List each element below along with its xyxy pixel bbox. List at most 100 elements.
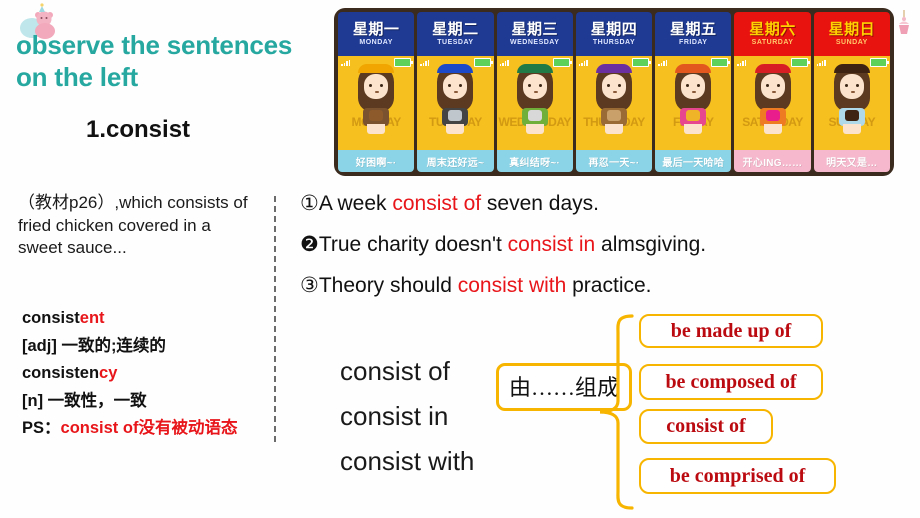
curly-brace-connector bbox=[599, 314, 634, 510]
page-title: observe the sentences on the left bbox=[16, 30, 293, 92]
cartoon-girl-illustration bbox=[829, 60, 875, 134]
signal-bars-icon bbox=[420, 59, 430, 66]
calendar-card-header: 星期一 MONDAY bbox=[338, 12, 415, 56]
verb-phrase-list: consist of consist in consist with bbox=[340, 358, 474, 493]
signal-bars-icon bbox=[658, 59, 668, 66]
signal-bars-icon bbox=[341, 59, 350, 66]
calendar-card-header: 星期五 FRIDAY bbox=[655, 12, 732, 56]
calendar-day-cn: 星期一 bbox=[352, 21, 400, 38]
vocab-pos: [adj] bbox=[22, 336, 57, 355]
verb-phrase-consist-of: consist of bbox=[340, 356, 450, 386]
calendar-card-monday: 星期一MONDAYMONDAY好困啊~· bbox=[338, 12, 415, 172]
calendar-card-saturday: 星期六SATURDAYSATURDAY开心ING…… bbox=[734, 12, 811, 172]
equivalent-box-be-composed-of: be composed of bbox=[639, 364, 823, 400]
vocab-word-consistency: consistency bbox=[22, 365, 272, 382]
cartoon-girl-illustration bbox=[670, 60, 716, 134]
cartoon-girl-illustration bbox=[750, 60, 796, 134]
calendar-card-body: SATURDAY bbox=[734, 56, 811, 150]
calendar-card-body: SUNDAY bbox=[813, 56, 890, 150]
calendar-card-header: 星期六 SATURDAY bbox=[734, 12, 811, 56]
signal-bars-icon bbox=[499, 59, 509, 66]
equivalent-box-be-comprised-of: be comprised of bbox=[639, 458, 836, 494]
calendar-card-body: MONDAY bbox=[338, 56, 415, 150]
vocab-word-consistent: consistent bbox=[22, 310, 272, 327]
sentence-marker: ① bbox=[300, 192, 319, 215]
calendar-caption: 好困啊~· bbox=[338, 150, 415, 172]
sentence-pre: Theory should bbox=[318, 274, 458, 298]
calendar-caption: 再忍一天~· bbox=[575, 150, 653, 172]
calendar-caption: 真纠结呀~· bbox=[496, 150, 573, 172]
signal-bars-icon bbox=[816, 59, 826, 66]
sentence-pre: True charity doesn't bbox=[318, 233, 508, 257]
calendar-card-body: WEDNESDAY bbox=[496, 56, 573, 150]
sentence-highlight: consist with bbox=[457, 274, 567, 298]
ps-label: PS： bbox=[22, 419, 61, 437]
cupcake-sticker bbox=[899, 10, 909, 34]
calendar-card-body: THURSDAY bbox=[575, 56, 653, 150]
vocabulary-list: consistent [adj] 一致的;连续的 consistency [n]… bbox=[22, 310, 272, 448]
vocab-suffix: cy bbox=[99, 364, 118, 382]
calendar-caption: 最后一天哈哈 bbox=[655, 150, 732, 172]
vocab-suffix: ent bbox=[79, 309, 105, 327]
vocab-stem: consist bbox=[22, 309, 80, 327]
ps-note: PS：consist of没有被动语态 bbox=[22, 420, 272, 437]
equivalent-box-consist-of: consist of bbox=[639, 409, 773, 444]
cartoon-girl-illustration bbox=[353, 60, 399, 134]
calendar-day-en: THURSDAY bbox=[592, 39, 636, 46]
textbook-reference-note: （教材p26）,which consists of fried chicken … bbox=[18, 193, 248, 258]
calendar-card-wednesday: 星期三WEDNESDAYWEDNESDAY真纠结呀~· bbox=[496, 12, 573, 172]
sentence-marker: ③ bbox=[300, 274, 319, 298]
calendar-day-en: MONDAY bbox=[359, 39, 393, 46]
calendar-day-en: WEDNESDAY bbox=[510, 39, 560, 46]
verb-phrase-consist-in: consist in bbox=[340, 401, 449, 431]
example-sentence-1: ①A week consist of seven days. bbox=[300, 192, 910, 216]
calendar-card-body: FRIDAY bbox=[655, 56, 732, 150]
cartoon-girl-illustration bbox=[591, 60, 637, 134]
slide-canvas: observe the sentences on the left 1.cons… bbox=[0, 0, 920, 518]
calendar-day-en: SATURDAY bbox=[751, 39, 794, 46]
calendar-day-cn: 星期日 bbox=[828, 21, 876, 38]
sentence-post: almsgiving. bbox=[595, 233, 707, 257]
example-sentence-list: ①A week consist of seven days. ❷True cha… bbox=[300, 192, 910, 315]
vocab-meaning: 一致性，一致 bbox=[47, 391, 147, 410]
example-sentence-2: ❷True charity doesn't consist in almsgiv… bbox=[300, 233, 910, 257]
calendar-day-cn: 星期四 bbox=[590, 21, 638, 38]
sentence-pre: A week bbox=[318, 192, 393, 215]
equivalent-box-be-made-up-of: be made up of bbox=[639, 314, 823, 348]
vocab-pos: [n] bbox=[22, 391, 44, 410]
calendar-card-thursday: 星期四THURSDAYTHURSDAY再忍一天~· bbox=[575, 12, 653, 172]
sentence-highlight: consist in bbox=[507, 233, 596, 257]
sentence-marker: ❷ bbox=[300, 233, 319, 257]
sentence-highlight: consist of bbox=[392, 192, 482, 215]
calendar-card-tuesday: 星期二TUESDAYTUESDAY周末还好远~ bbox=[417, 12, 494, 172]
calendar-card-header: 星期三 WEDNESDAY bbox=[496, 12, 573, 56]
calendar-card-friday: 星期五FRIDAYFRIDAY最后一天哈哈 bbox=[655, 12, 732, 172]
calendar-day-cn: 星期五 bbox=[670, 21, 717, 38]
signal-bars-icon bbox=[578, 59, 588, 66]
vocab-stem: consisten bbox=[22, 364, 100, 382]
calendar-day-en: SUNDAY bbox=[835, 39, 868, 46]
vocab-def-noun: [n] 一致性，一致 bbox=[22, 391, 272, 410]
cartoon-girl-illustration bbox=[432, 60, 478, 134]
sentence-post: seven days. bbox=[481, 192, 599, 215]
calendar-caption: 开心ING…… bbox=[734, 150, 811, 172]
calendar-card-body: TUESDAY bbox=[417, 56, 494, 150]
sentence-post: practice. bbox=[566, 274, 652, 298]
calendar-day-cn: 星期二 bbox=[432, 21, 479, 38]
verb-phrase-consist-with: consist with bbox=[340, 446, 475, 476]
calendar-day-en: FRIDAY bbox=[679, 39, 708, 46]
weekday-calendar-image: 星期一MONDAYMONDAY好困啊~·星期二TUESDAYTUESDAY周末还… bbox=[334, 8, 894, 176]
calendar-card-header: 星期日 SUNDAY bbox=[813, 12, 890, 56]
signal-bars-icon bbox=[737, 59, 747, 66]
calendar-card-header: 星期二 TUESDAY bbox=[417, 12, 494, 56]
section-subtitle: 1.consist bbox=[86, 116, 191, 143]
vocab-def-adj: [adj] 一致的;连续的 bbox=[22, 336, 272, 355]
vertical-dashed-divider bbox=[274, 196, 276, 442]
calendar-day-cn: 星期六 bbox=[749, 21, 796, 38]
vocab-meaning: 一致的;连续的 bbox=[61, 336, 166, 355]
calendar-day-en: TUESDAY bbox=[437, 39, 474, 46]
calendar-caption: 明天又是… bbox=[813, 150, 890, 172]
example-sentence-3: ③Theory should consist with practice. bbox=[300, 274, 910, 298]
calendar-day-cn: 星期三 bbox=[511, 21, 558, 38]
cartoon-girl-illustration bbox=[512, 60, 558, 134]
